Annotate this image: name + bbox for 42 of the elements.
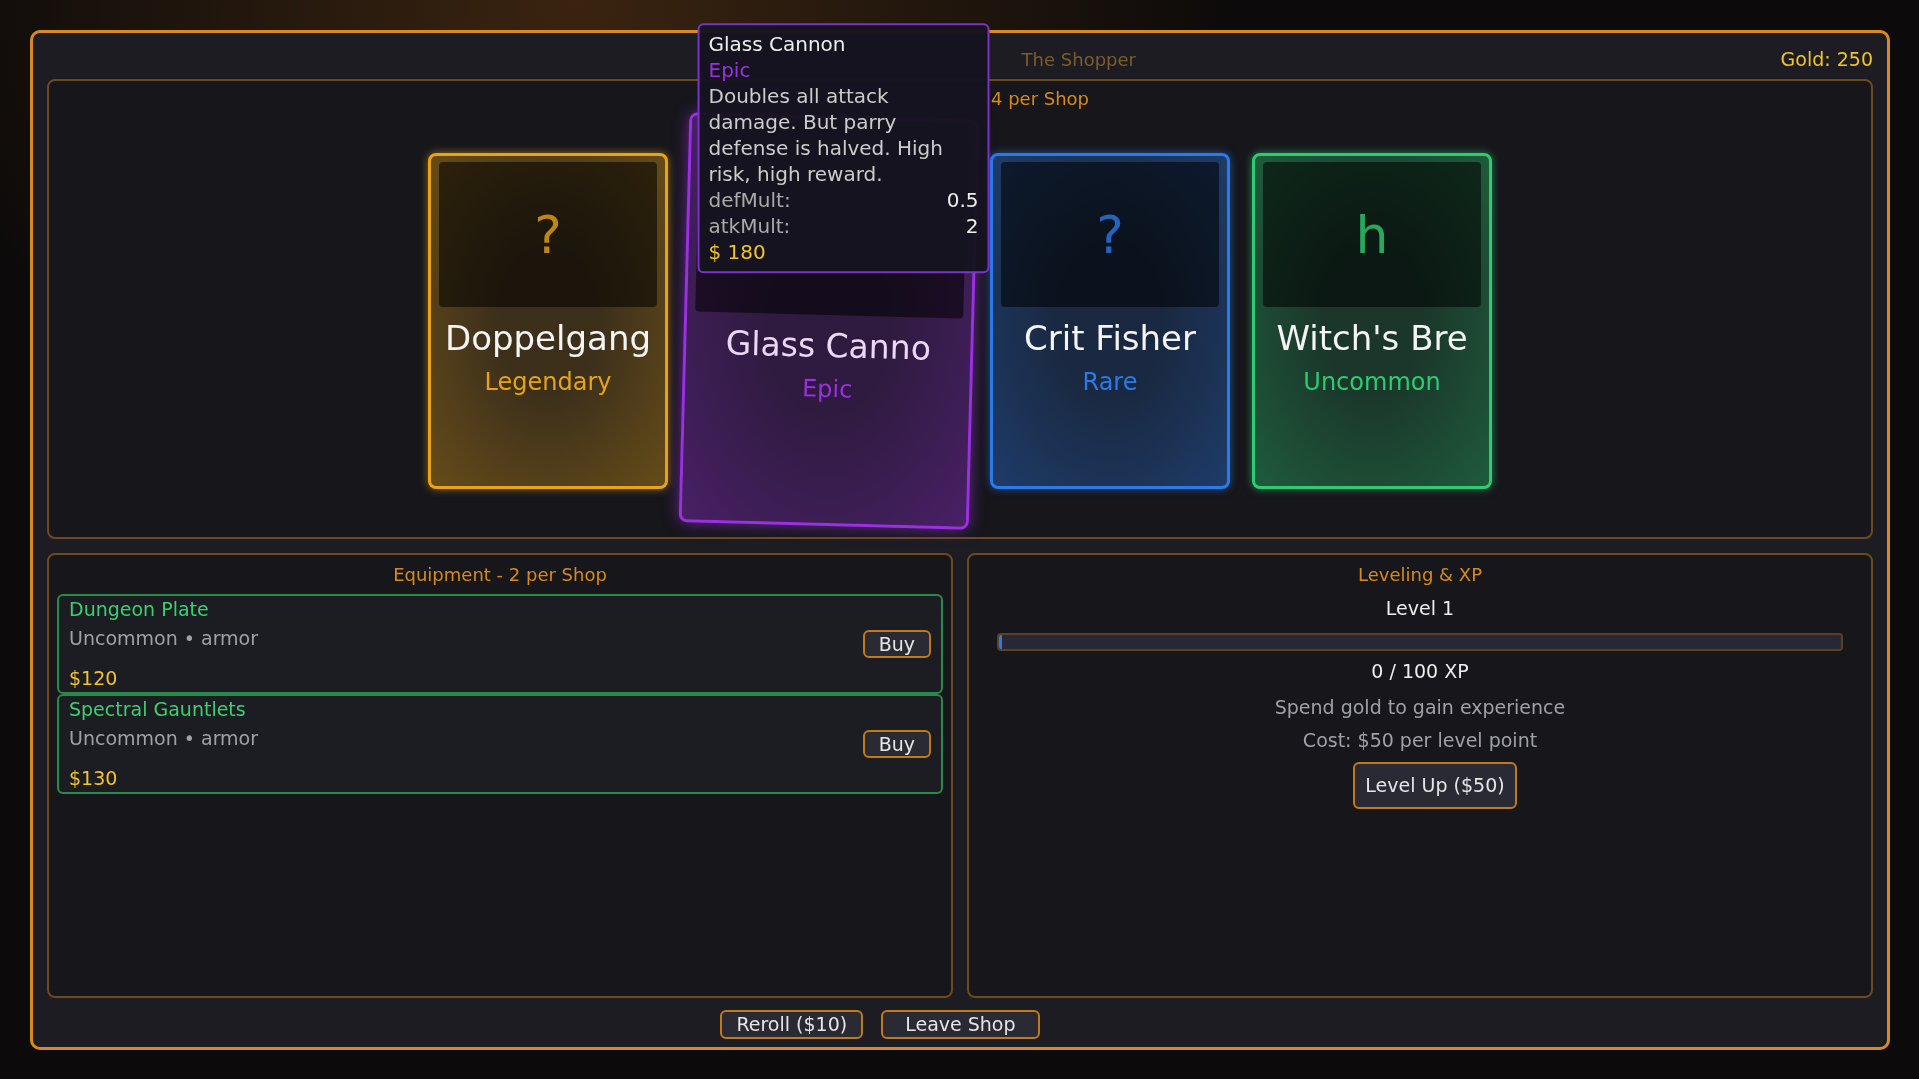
tooltip-rarity: Epic	[708, 57, 752, 84]
card-rarity: Legendary	[484, 367, 612, 398]
buy-button[interactable]: Buy	[862, 629, 931, 659]
item-name: Dungeon Plate	[69, 597, 210, 623]
item-card[interactable]: ? Doppelgang Legendary	[428, 153, 668, 489]
card-name: Crit Fisher	[1024, 317, 1196, 360]
item-name: Spectral Gauntlets	[69, 697, 247, 723]
card-name: Witch's Bre	[1276, 317, 1468, 360]
card-rarity: Epic	[801, 372, 853, 406]
tooltip-description: Doubles all attack damage. But parry defense is halved. High risk, high reward.	[708, 83, 944, 188]
item-price: $120	[69, 666, 119, 692]
stat-value: 0.5	[946, 187, 979, 214]
xp-text: 0 / 100 XP	[1370, 658, 1470, 684]
currency-counter: Gold: 250	[1780, 46, 1873, 72]
card-rarity: Uncommon	[1303, 367, 1441, 398]
stat-value: 2	[965, 213, 979, 240]
item-meta: Uncommon • armor	[69, 725, 260, 751]
stat-label: defMult:	[708, 187, 791, 214]
panel-heading: Leveling & XP	[1357, 563, 1483, 587]
cost-text: Cost: $50 per level point	[1301, 727, 1539, 753]
stat-label: atkMult:	[708, 213, 791, 240]
card-glyph: ?	[1096, 203, 1124, 267]
panel-heading: Equipment - 2 per Shop	[392, 563, 608, 587]
card-glyph: h	[1355, 203, 1389, 267]
item-price: $130	[69, 766, 119, 792]
card-name: Glass Canno	[725, 322, 932, 370]
card-name: Doppelgang	[444, 317, 652, 360]
tooltip-title: Glass Cannon	[708, 31, 847, 58]
tooltip-price: $ 180	[708, 239, 767, 266]
item-meta: Uncommon • armor	[69, 625, 260, 651]
card-glyph: ?	[534, 203, 562, 267]
level-up-button[interactable]: Level Up ($50)	[1353, 762, 1517, 809]
leave-shop-button[interactable]: Leave Shop	[881, 1010, 1040, 1039]
shop-title: The Shopper	[1021, 48, 1136, 70]
panel-heading: 4 per Shop	[990, 88, 1090, 109]
reroll-button[interactable]: Reroll ($10)	[720, 1010, 864, 1039]
buy-button[interactable]: Buy	[862, 729, 931, 759]
level-label: Level 1	[1384, 596, 1456, 621]
card-rarity: Rare	[1082, 367, 1138, 398]
hint-text: Spend gold to gain experience	[1273, 695, 1567, 720]
item-card[interactable]: h Witch's Bre Uncommon	[1252, 153, 1492, 489]
item-card[interactable]: ? Crit Fisher Rare	[990, 153, 1230, 489]
